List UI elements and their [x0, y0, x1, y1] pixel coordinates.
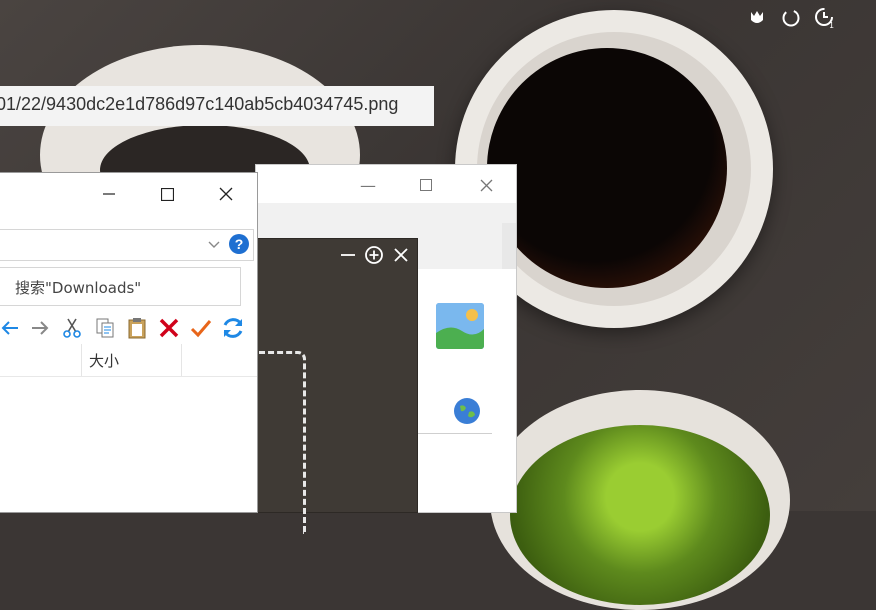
- column-separator[interactable]: [81, 344, 82, 376]
- toolbar: [0, 313, 257, 343]
- forward-arrow-icon[interactable]: [28, 315, 54, 341]
- dark-capture-window[interactable]: [240, 238, 418, 534]
- paste-icon[interactable]: [124, 315, 150, 341]
- help-icon[interactable]: ?: [229, 234, 249, 254]
- address-bar[interactable]: ?: [0, 229, 254, 261]
- back-arrow-icon[interactable]: [0, 315, 22, 341]
- ribbon-scrollbar[interactable]: [502, 223, 516, 269]
- column-header-size[interactable]: 大小: [89, 350, 119, 371]
- zoom-in-icon[interactable]: [364, 245, 384, 265]
- focus-icon[interactable]: [780, 7, 802, 29]
- delete-icon[interactable]: [156, 315, 182, 341]
- chevron-down-icon[interactable]: [206, 236, 222, 252]
- copy-icon[interactable]: [92, 315, 118, 341]
- close-button[interactable]: [391, 245, 411, 265]
- clock-icon[interactable]: 1: [814, 7, 836, 29]
- explorer-window[interactable]: ? 搜索"Downloads" 大小: [0, 172, 258, 513]
- tulip-icon[interactable]: [746, 7, 768, 29]
- file-path-text: 01/22/9430dc2e1d786d97c140ab5cb4034745.p…: [0, 94, 399, 114]
- minimize-button[interactable]: [94, 181, 124, 207]
- cut-icon[interactable]: [59, 315, 85, 341]
- search-input[interactable]: 搜索"Downloads": [0, 267, 241, 306]
- divider: [406, 433, 492, 434]
- minimize-button[interactable]: [338, 245, 358, 265]
- image-file-icon[interactable]: [436, 303, 484, 349]
- background-window-titlebar[interactable]: —: [256, 165, 516, 203]
- refresh-icon[interactable]: [220, 315, 246, 341]
- close-button[interactable]: [211, 181, 241, 207]
- close-button[interactable]: [474, 173, 498, 197]
- file-path-bar: 01/22/9430dc2e1d786d97c140ab5cb4034745.p…: [0, 86, 434, 126]
- globe-icon[interactable]: [454, 398, 480, 424]
- column-header-row: 大小: [0, 344, 257, 377]
- maximize-button[interactable]: [414, 173, 438, 197]
- search-placeholder: 搜索"Downloads": [15, 279, 142, 297]
- selection-outline[interactable]: [259, 351, 306, 534]
- column-separator[interactable]: [181, 344, 182, 376]
- tray-icons: 1: [746, 7, 836, 29]
- seaweed-bowl: [490, 390, 790, 610]
- check-icon[interactable]: [188, 315, 214, 341]
- minimize-button[interactable]: —: [356, 173, 380, 197]
- maximize-button[interactable]: [152, 181, 182, 207]
- svg-text:1: 1: [829, 21, 834, 29]
